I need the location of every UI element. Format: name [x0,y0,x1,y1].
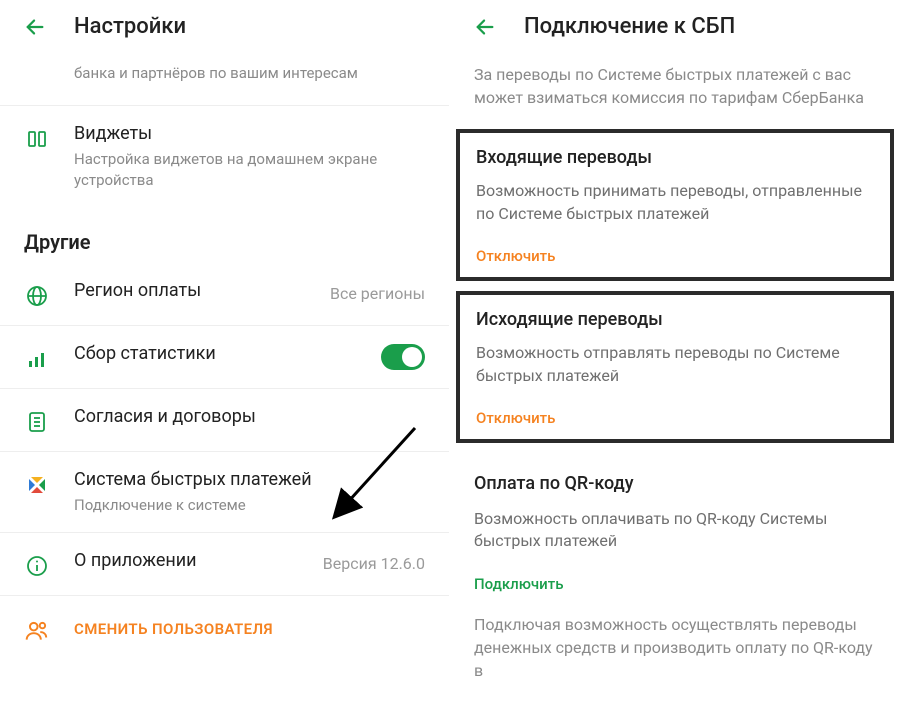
widgets-title: Виджеты [74,122,425,145]
qr-body: Возможность оплачивать по QR-коду Систем… [474,508,876,553]
users-icon [24,618,50,644]
qr-title: Оплата по QR-коду [474,473,876,494]
row-stats[interactable]: Сбор статистики [0,325,449,388]
outgoing-disable-button[interactable]: Отключить [476,409,874,427]
consents-title: Согласия и договоры [74,405,425,428]
widgets-sub: Настройка виджетов на домашнем экране ус… [74,149,425,190]
back-icon[interactable] [24,16,46,38]
sbp-footnote: Подключая возможность осуществлять перев… [450,609,900,683]
globe-icon [24,283,50,309]
sbp-sub: Подключение к системе [74,495,425,515]
offers-sub: банка и партнёров по вашим интересам [74,63,425,83]
region-title: Регион оплаты [74,279,322,302]
settings-title: Настройки [74,14,186,39]
outgoing-title: Исходящие переводы [476,309,874,330]
row-consents[interactable]: Согласия и договоры [0,388,449,451]
card-qr: Оплата по QR-коду Возможность оплачивать… [450,453,900,609]
outgoing-body: Возможность отправлять переводы по Систе… [476,342,874,387]
left-header: Настройки [0,0,449,53]
row-switch-user[interactable]: СМЕНИТЬ ПОЛЬЗОВАТЕЛЯ [0,595,449,662]
row-about[interactable]: О приложении Версия 12.6.0 [0,532,449,595]
bar-chart-icon [24,346,50,372]
about-version: Версия 12.6.0 [323,554,425,573]
settings-pane: Настройки банка и партнёров по вашим инт… [0,0,450,720]
document-icon [24,409,50,435]
row-widgets[interactable]: Виджеты Настройка виджетов на домашнем э… [0,105,449,206]
incoming-body: Возможность принимать переводы, отправле… [476,180,874,225]
info-icon [24,553,50,579]
sbp-connect-pane: Подключение к СБП За переводы по Системе… [450,0,900,720]
card-outgoing: Исходящие переводы Возможность отправлят… [456,291,894,443]
sbp-connect-title: Подключение к СБП [524,14,735,39]
stats-switch[interactable] [381,344,425,370]
sbp-intro: За переводы по Системе быстрых платежей … [450,53,900,129]
region-value: Все регионы [330,284,425,303]
section-other: Другие [0,206,449,262]
about-title: О приложении [74,549,315,572]
row-region[interactable]: Регион оплаты Все регионы [0,262,449,325]
incoming-disable-button[interactable]: Отключить [476,247,874,265]
right-header: Подключение к СБП [450,0,900,53]
sbp-icon [24,472,50,498]
row-offers-partial[interactable]: банка и партнёров по вашим интересам [0,53,449,105]
incoming-title: Входящие переводы [476,147,874,168]
row-sbp[interactable]: Система быстрых платежей Подключение к с… [0,451,449,532]
card-incoming: Входящие переводы Возможность принимать … [456,129,894,281]
switch-user-label: СМЕНИТЬ ПОЛЬЗОВАТЕЛЯ [74,620,273,638]
qr-connect-button[interactable]: Подключить [474,575,876,593]
back-icon[interactable] [474,16,496,38]
widgets-icon [24,126,50,152]
sbp-title: Система быстрых платежей [74,468,425,491]
stats-title: Сбор статистики [74,342,381,365]
